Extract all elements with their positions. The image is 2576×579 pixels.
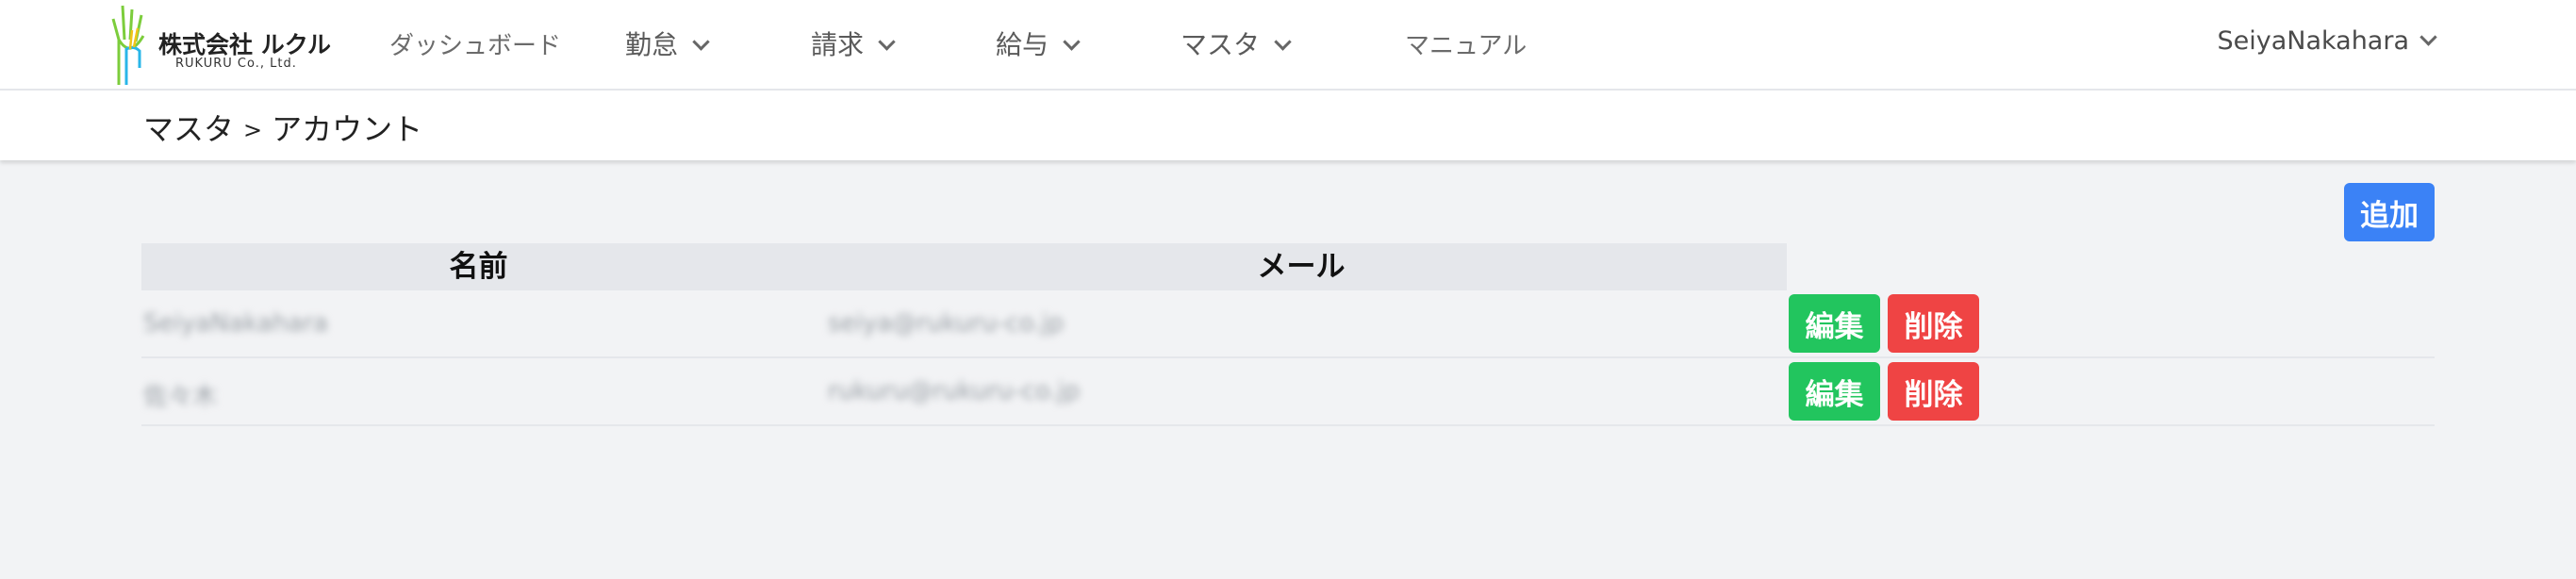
breadcrumb-current: アカウント: [272, 111, 423, 147]
nav-attendance[interactable]: 勤怠: [625, 25, 710, 62]
cell-name: SeiyaNakahara: [143, 309, 328, 338]
table-header: 名前 メール: [141, 243, 2435, 290]
column-header-name: 名前: [141, 243, 816, 290]
nav-master[interactable]: マスタ: [1181, 25, 1292, 62]
delete-button[interactable]: 削除: [1888, 294, 1979, 353]
chevron-down-icon: [1274, 33, 1292, 51]
nav-manual[interactable]: マニュアル: [1405, 26, 1527, 61]
nav-billing-label: 請求: [811, 29, 865, 60]
user-menu[interactable]: SeiyaNakahara: [2217, 26, 2437, 56]
chevron-down-icon: [2419, 28, 2437, 46]
nav-payroll[interactable]: 給与: [996, 25, 1081, 62]
nav-master-label: マスタ: [1181, 29, 1261, 60]
table-row: 佐々木 rukuru@rukuru-co.jp 編集 削除: [141, 358, 2435, 426]
nav-billing[interactable]: 請求: [811, 25, 896, 62]
company-logo[interactable]: 株式会社 ルクル RUKURU Co., Ltd.: [111, 2, 331, 85]
nav-dashboard[interactable]: ダッシュボード: [389, 26, 561, 61]
chevron-down-icon: [1063, 33, 1081, 51]
nav-attendance-label: 勤怠: [625, 29, 679, 60]
delete-button[interactable]: 削除: [1888, 362, 1979, 421]
page-header: マスタ > アカウント: [0, 91, 2576, 160]
company-name: 株式会社 ルクル: [158, 31, 331, 58]
accounts-table: 名前 メール SeiyaNakahara seiya@rukuru-co.jp …: [141, 243, 2435, 426]
cell-email: seiya@rukuru-co.jp: [828, 309, 1065, 338]
edit-button[interactable]: 編集: [1789, 294, 1880, 353]
cell-email: rukuru@rukuru-co.jp: [828, 377, 1081, 405]
hand-logo-icon: [111, 5, 145, 85]
nav-payroll-label: 給与: [996, 29, 1049, 60]
chevron-down-icon: [878, 33, 896, 51]
column-header-email: メール: [816, 243, 1787, 290]
chevron-down-icon: [692, 33, 710, 51]
company-subname: RUKURU Co., Ltd.: [175, 57, 297, 71]
breadcrumb-separator: >: [243, 117, 263, 143]
table-row: SeiyaNakahara seiya@rukuru-co.jp 編集 削除: [141, 290, 2435, 358]
add-account-button[interactable]: 追加: [2344, 183, 2435, 241]
cell-name: 佐々木: [143, 383, 218, 411]
user-name: SeiyaNakahara: [2217, 26, 2409, 56]
breadcrumb-master[interactable]: マスタ: [143, 111, 234, 147]
top-navbar: 株式会社 ルクル RUKURU Co., Ltd. ダッシュボード 勤怠 請求 …: [0, 0, 2576, 91]
breadcrumb: マスタ > アカウント: [143, 106, 422, 149]
edit-button[interactable]: 編集: [1789, 362, 1880, 421]
